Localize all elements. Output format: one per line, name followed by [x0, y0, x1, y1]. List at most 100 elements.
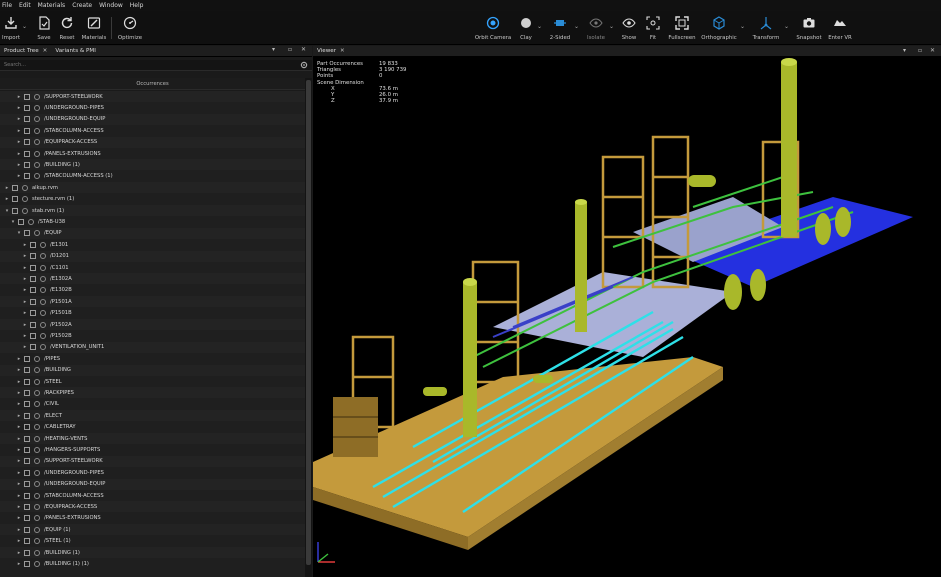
tree-row[interactable]: ▸ /CABLETRAY	[0, 422, 305, 433]
visibility-icon[interactable]	[34, 424, 40, 431]
row-checkbox[interactable]	[30, 332, 36, 339]
expand-right-icon[interactable]: ▸	[22, 322, 28, 328]
row-checkbox[interactable]	[24, 515, 30, 522]
expand-right-icon[interactable]: ▸	[16, 356, 22, 362]
tree-row[interactable]: ▸ /SUPPORT-STEELWORK	[0, 455, 305, 467]
visibility-icon[interactable]	[34, 378, 40, 385]
visibility-icon[interactable]	[34, 458, 40, 465]
tree-row[interactable]: ▸ /STEEL (1)	[0, 536, 305, 547]
row-checkbox[interactable]	[30, 241, 36, 248]
row-checkbox[interactable]	[24, 412, 30, 419]
visibility-icon[interactable]	[34, 104, 40, 111]
expand-right-icon[interactable]: ▸	[16, 458, 22, 464]
expand-right-icon[interactable]: ▸	[16, 401, 22, 407]
tree-row[interactable]: ▸ /EQUIP (1)	[0, 524, 305, 536]
tree-row[interactable]: ▸ /EQUIPRACK-ACCESS	[0, 136, 305, 148]
row-checkbox[interactable]	[12, 196, 18, 203]
expand-right-icon[interactable]: ▸	[22, 310, 28, 316]
undock-icon[interactable]: ▫	[918, 47, 922, 54]
row-checkbox[interactable]	[24, 355, 30, 362]
reset-button[interactable]: Reset	[58, 11, 76, 45]
isolate-dropdown-icon[interactable]: ⌄	[609, 23, 614, 30]
visibility-icon[interactable]	[40, 321, 46, 328]
3d-viewport[interactable]: Part Occurrences 19 833 Triangles 3 190 73…	[313, 57, 941, 577]
tree-row[interactable]: ▸ /UNDERGROUND-PIPES	[0, 467, 305, 478]
row-checkbox[interactable]	[24, 378, 30, 385]
menu-edit[interactable]: Edit	[19, 2, 31, 9]
visibility-icon[interactable]	[40, 332, 46, 339]
tree-row[interactable]: ▸ /HEATING-VENTS	[0, 433, 305, 444]
row-checkbox[interactable]	[30, 344, 36, 351]
tree-row[interactable]: ▸ /STABCOLUMN-ACCESS	[0, 125, 305, 136]
tree-row[interactable]: ▸ /BUILDING (1) (1)	[0, 558, 305, 569]
expand-right-icon[interactable]: ▸	[16, 379, 22, 385]
visibility-icon[interactable]	[40, 241, 46, 248]
expand-right-icon[interactable]: ▸	[16, 538, 22, 544]
undock-icon[interactable]: ▫	[288, 46, 292, 53]
expand-right-icon[interactable]: ▸	[22, 344, 28, 350]
expand-right-icon[interactable]: ▸	[22, 299, 28, 305]
search-input[interactable]: Search...	[4, 62, 26, 68]
close-icon[interactable]: ✕	[43, 48, 48, 54]
visibility-icon[interactable]	[40, 310, 46, 317]
expand-right-icon[interactable]: ▸	[16, 424, 22, 430]
expand-right-icon[interactable]: ▸	[22, 265, 28, 271]
expand-right-icon[interactable]: ▸	[16, 470, 22, 476]
visibility-icon[interactable]	[40, 264, 46, 271]
visibility-icon[interactable]	[34, 139, 40, 146]
expand-right-icon[interactable]: ▸	[16, 139, 22, 145]
expand-right-icon[interactable]: ▸	[16, 481, 22, 487]
visibility-icon[interactable]	[34, 538, 40, 545]
tree-row[interactable]: ▾ /STAB-U38	[0, 216, 305, 227]
visibility-icon[interactable]	[34, 435, 40, 442]
tree-row[interactable]: ▸ /E1302B	[0, 285, 305, 296]
expand-right-icon[interactable]: ▸	[16, 151, 22, 157]
visibility-icon[interactable]	[34, 412, 40, 419]
expand-right-icon[interactable]: ▸	[22, 253, 28, 259]
row-checkbox[interactable]	[24, 173, 30, 180]
tree-row[interactable]: ▸ /SUPPORT-STEELWORK	[0, 91, 305, 102]
menu-help[interactable]: Help	[130, 2, 144, 9]
tree-row[interactable]: ▸ /ELECT	[0, 410, 305, 422]
visibility-icon[interactable]	[34, 515, 40, 522]
row-checkbox[interactable]	[24, 560, 30, 567]
tree-row[interactable]: ▸ /UNDERGROUND-PIPES	[0, 102, 305, 113]
visibility-icon[interactable]	[34, 469, 40, 476]
visibility-icon[interactable]	[34, 150, 40, 157]
tree-row[interactable]: ▸ /P1501A	[0, 296, 305, 308]
visibility-icon[interactable]	[34, 446, 40, 453]
orbit-camera-button[interactable]: Orbit Camera	[475, 11, 511, 45]
row-checkbox[interactable]	[24, 389, 30, 396]
transform-button[interactable]: Transform	[752, 11, 780, 45]
tree-row[interactable]: ▸ /PIPES	[0, 353, 305, 364]
visibility-icon[interactable]	[34, 549, 40, 556]
menu-create[interactable]: Create	[72, 2, 92, 9]
row-checkbox[interactable]	[30, 253, 36, 260]
visibility-icon[interactable]	[34, 355, 40, 362]
tree-row[interactable]: ▸ /P1501B	[0, 308, 305, 319]
row-checkbox[interactable]	[24, 150, 30, 157]
panel-menu-icon[interactable]: ▾	[272, 46, 275, 53]
expand-right-icon[interactable]: ▸	[16, 116, 22, 122]
tree-row[interactable]: ▾ stab.rvm (1)	[0, 205, 305, 216]
row-checkbox[interactable]	[24, 367, 30, 374]
visibility-icon[interactable]	[34, 367, 40, 374]
visibility-icon[interactable]	[40, 344, 46, 351]
occurrences-column-header[interactable]: Occurrences	[0, 78, 305, 90]
row-checkbox[interactable]	[24, 104, 30, 111]
orthographic-dropdown-icon[interactable]: ⌄	[740, 23, 745, 30]
row-checkbox[interactable]	[30, 264, 36, 271]
visibility-icon[interactable]	[40, 253, 46, 260]
row-checkbox[interactable]	[30, 287, 36, 294]
enter-vr-button[interactable]: Enter VR	[827, 11, 853, 45]
expand-right-icon[interactable]: ▸	[16, 367, 22, 373]
save-button[interactable]: Save	[35, 11, 53, 45]
tree-row[interactable]: ▸ /CIVIL	[0, 399, 305, 410]
visibility-icon[interactable]	[34, 560, 40, 567]
two-sided-dropdown-icon[interactable]: ⌄	[574, 23, 579, 30]
tree-row[interactable]: ▸ /UNDERGROUND-EQUIP	[0, 478, 305, 490]
expand-right-icon[interactable]: ▸	[22, 287, 28, 293]
tree-row[interactable]: ▸ /RACKPIPES	[0, 387, 305, 399]
row-checkbox[interactable]	[18, 218, 24, 225]
row-checkbox[interactable]	[24, 139, 30, 146]
